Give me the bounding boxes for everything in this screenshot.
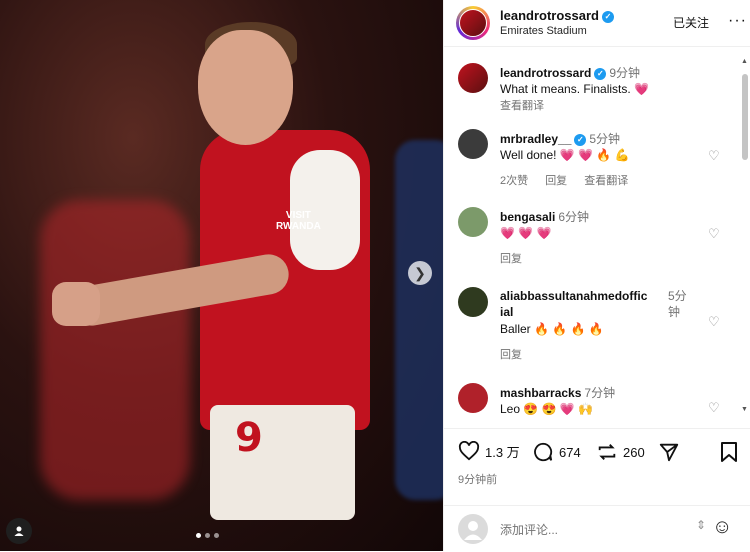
- sponsor-line2: RWANDA: [276, 221, 321, 232]
- sponsor-line1: VISIT: [285, 210, 311, 221]
- user-icon: [14, 526, 24, 536]
- post-actions: 1.3 万 674 260 9分钟前: [444, 428, 750, 499]
- comment-text: Leo 😍 😍 💗 🙌: [500, 402, 594, 416]
- comment: mashbarracks 7分钟 Leo 😍 😍 💗 🙌 ♡: [444, 380, 734, 426]
- chevron-right-icon: ❯: [414, 264, 426, 281]
- caption-time: 9分钟: [609, 66, 641, 80]
- like-comment-heart-icon[interactable]: ♡: [708, 226, 720, 242]
- story-ring[interactable]: [456, 6, 490, 40]
- reply-link[interactable]: 回复: [500, 349, 522, 361]
- scroll-down-icon[interactable]: ▼: [741, 406, 748, 413]
- tagged-users-button[interactable]: [6, 518, 32, 544]
- bookmark-icon: [721, 442, 737, 462]
- player-head: [198, 30, 293, 145]
- avatar[interactable]: [459, 9, 487, 37]
- like-comment-heart-icon[interactable]: ♡: [708, 400, 720, 416]
- shorts-number: 9: [235, 415, 263, 461]
- more-options-icon[interactable]: ···: [728, 12, 747, 30]
- background-player-opponent: [395, 140, 443, 500]
- see-translation-link[interactable]: 查看翻译: [500, 100, 544, 112]
- player-shorts: [210, 405, 355, 520]
- following-button[interactable]: 已关注: [673, 14, 709, 31]
- reply-link[interactable]: 回复: [545, 175, 567, 187]
- like-comment-heart-icon[interactable]: ♡: [708, 148, 720, 164]
- carousel-dots: [196, 533, 219, 538]
- avatar[interactable]: [458, 207, 488, 237]
- avatar[interactable]: [458, 63, 488, 93]
- comment-username[interactable]: mrbradley__ ✓ 5分钟: [500, 130, 620, 147]
- comment-button[interactable]: 674: [532, 441, 581, 463]
- like-comment-heart-icon[interactable]: ♡: [708, 314, 720, 330]
- comment-likes[interactable]: 2次赞: [500, 175, 528, 187]
- avatar[interactable]: [458, 129, 488, 159]
- avatar[interactable]: [458, 383, 488, 413]
- comment-input[interactable]: 添加评论...: [500, 521, 558, 538]
- comment-count: 674: [559, 444, 581, 460]
- post-header: leandrotrossard ✓ Emirates Stadium 已关注 ··…: [444, 0, 750, 47]
- comment-time: 5分钟: [668, 289, 687, 319]
- carousel-next-button[interactable]: ❯: [408, 261, 432, 285]
- carousel-dot[interactable]: [196, 533, 201, 538]
- comment-icon: [534, 442, 553, 462]
- emoji-icon[interactable]: ☺: [712, 516, 732, 539]
- comment-username[interactable]: mashbarracks 7分钟: [500, 384, 615, 401]
- comment-text: Well done! 💗 💗 🔥 💪: [500, 148, 630, 162]
- repost-count: 260: [623, 444, 645, 460]
- post-time-ago: 9分钟前: [458, 474, 498, 486]
- post-panel: leandrotrossard ✓ Emirates Stadium 已关注 ··…: [443, 0, 750, 551]
- player-fist: [52, 282, 100, 326]
- comment-time: 6分钟: [558, 210, 590, 224]
- comment-text: 💗 💗 💗: [500, 226, 552, 240]
- user-icon: [464, 521, 482, 540]
- like-button[interactable]: 1.3 万: [458, 441, 520, 461]
- carousel-dot[interactable]: [214, 533, 219, 538]
- save-button[interactable]: [720, 441, 738, 463]
- see-translation-link[interactable]: 查看翻译: [584, 175, 628, 187]
- comment-username[interactable]: bengasali 6分钟: [500, 208, 589, 225]
- comment: bengasali 6分钟 💗 💗 💗 回复 ♡: [444, 204, 734, 270]
- shirt-sponsor: VISIT RWANDA: [276, 210, 321, 232]
- author-username[interactable]: leandrotrossard ✓: [500, 8, 614, 23]
- repost-icon: [598, 444, 616, 460]
- avatar[interactable]: [458, 287, 488, 317]
- scroll-up-icon[interactable]: ▲: [741, 58, 748, 65]
- carousel-dot[interactable]: [205, 533, 210, 538]
- like-count: 1.3 万: [485, 444, 520, 460]
- caption: leandrotrossard ✓ 9分钟 What it means. Final…: [444, 60, 734, 116]
- caption-text: What it means. Finalists. 💗: [500, 82, 649, 96]
- caption-username[interactable]: leandrotrossard ✓ 9分钟: [500, 64, 640, 81]
- comment: mrbradley__ ✓ 5分钟 Well done! 💗 💗 🔥 💪 2次赞 回…: [444, 126, 734, 196]
- send-icon: [659, 443, 679, 462]
- scrollbar-thumb[interactable]: [742, 74, 748, 160]
- background-player: [40, 200, 190, 500]
- avatar: [458, 514, 488, 544]
- comment-composer: 添加评论... ⇕ ☺: [444, 505, 750, 552]
- comment-time: 5分钟: [589, 132, 621, 146]
- reply-link[interactable]: 回复: [500, 253, 522, 265]
- share-button[interactable]: [658, 441, 680, 463]
- post-photo: VISIT RWANDA 9 ❯: [0, 0, 443, 551]
- heart-icon: [458, 441, 480, 461]
- comment-text: Baller 🔥 🔥 🔥 🔥: [500, 322, 604, 336]
- verified-badge-icon: ✓: [601, 10, 614, 23]
- post-location[interactable]: Emirates Stadium: [500, 25, 587, 37]
- comment-time: 7分钟: [584, 386, 616, 400]
- comment: aliabbassultanahmedoffic ial 5分钟 Baller 🔥…: [444, 284, 734, 364]
- verified-badge-icon: ✓: [594, 67, 607, 80]
- comments-scrollbar[interactable]: ▲ ▼: [741, 58, 749, 414]
- repost-button[interactable]: 260: [596, 441, 645, 463]
- resize-icon[interactable]: ⇕: [696, 518, 706, 532]
- verified-badge-icon: ✓: [574, 133, 587, 146]
